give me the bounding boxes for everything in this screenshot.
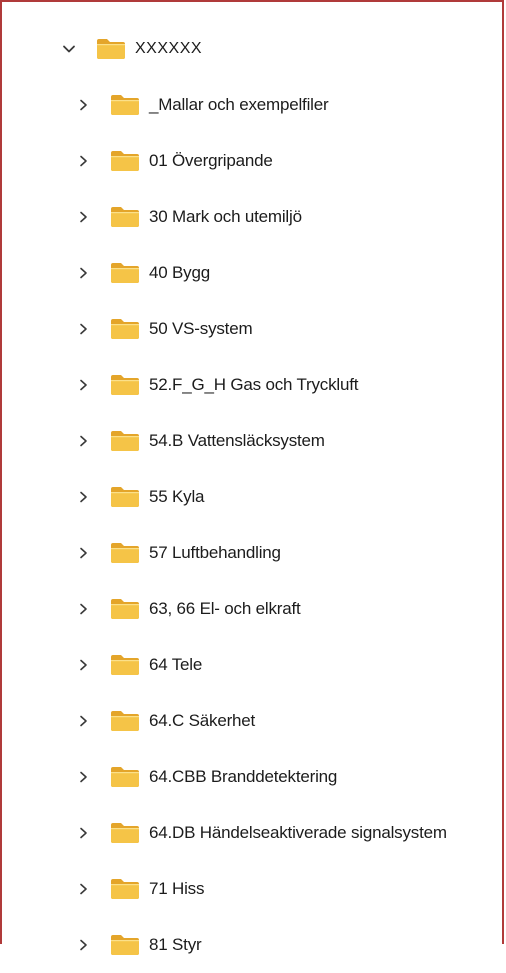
tree-item-folder-4[interactable]: 50 VS-system <box>2 301 506 357</box>
folder-tree: XXXXXX _Mallar och exempelfiler 01 Överg… <box>2 21 506 973</box>
folder-icon <box>110 709 140 733</box>
tree-item-folder-12[interactable]: 64.CBB Branddetektering <box>2 749 506 805</box>
tree-item-folder-10[interactable]: 64 Tele <box>2 637 506 693</box>
folder-icon <box>110 765 140 789</box>
folder-icon <box>110 821 140 845</box>
tree-item-folder-1[interactable]: 01 Övergripande <box>2 133 506 189</box>
tree-item-label: 40 Bygg <box>149 263 210 282</box>
tree-item-label: 01 Övergripande <box>149 151 273 170</box>
tree-item-label: 54.B Vattensläcksystem <box>149 431 325 450</box>
tree-item-label: 81 Styr <box>149 935 202 954</box>
tree-item-root[interactable]: XXXXXX <box>2 21 506 77</box>
tree-item-label: 50 VS-system <box>149 319 253 338</box>
folder-icon <box>110 317 140 341</box>
tree-item-label: 52.F_G_H Gas och Tryckluft <box>149 375 359 394</box>
tree-item-folder-8[interactable]: 57 Luftbehandling <box>2 525 506 581</box>
chevron-right-icon[interactable] <box>76 658 90 672</box>
tree-item-label: 64.CBB Branddetektering <box>149 767 338 786</box>
tree-item-folder-11[interactable]: 64.C Säkerhet <box>2 693 506 749</box>
tree-item-folder-15[interactable]: 81 Styr <box>2 917 506 973</box>
chevron-right-icon[interactable] <box>76 602 90 616</box>
chevron-right-icon[interactable] <box>76 322 90 336</box>
chevron-down-icon[interactable] <box>62 42 76 56</box>
folder-icon <box>110 485 140 509</box>
tree-item-label: 71 Hiss <box>149 879 205 898</box>
chevron-right-icon[interactable] <box>76 266 90 280</box>
tree-item-label: 64.DB Händelseaktiverade signalsystem <box>149 823 447 842</box>
tree-item-label: 30 Mark och utemiljö <box>149 207 302 226</box>
tree-item-label: 55 Kyla <box>149 487 205 506</box>
tree-item-folder-2[interactable]: 30 Mark och utemiljö <box>2 189 506 245</box>
tree-item-folder-3[interactable]: 40 Bygg <box>2 245 506 301</box>
folder-icon <box>110 93 140 117</box>
chevron-right-icon[interactable] <box>76 434 90 448</box>
folder-icon <box>110 597 140 621</box>
folder-icon <box>110 877 140 901</box>
chevron-right-icon[interactable] <box>76 770 90 784</box>
folder-icon <box>110 261 140 285</box>
tree-item-folder-9[interactable]: 63, 66 El- och elkraft <box>2 581 506 637</box>
folder-icon <box>110 541 140 565</box>
chevron-right-icon[interactable] <box>76 378 90 392</box>
tree-item-folder-14[interactable]: 71 Hiss <box>2 861 506 917</box>
folder-icon <box>110 933 140 957</box>
chevron-right-icon[interactable] <box>76 210 90 224</box>
chevron-right-icon[interactable] <box>76 154 90 168</box>
explorer-pane: XXXXXX _Mallar och exempelfiler 01 Överg… <box>0 0 504 955</box>
tree-item-folder-5[interactable]: 52.F_G_H Gas och Tryckluft <box>2 357 506 413</box>
chevron-right-icon[interactable] <box>76 882 90 896</box>
tree-item-label: 57 Luftbehandling <box>149 543 281 562</box>
tree-item-label: 64.C Säkerhet <box>149 711 256 730</box>
tree-item-folder-0[interactable]: _Mallar och exempelfiler <box>2 77 506 133</box>
chevron-right-icon[interactable] <box>76 938 90 952</box>
tree-item-label: 63, 66 El- och elkraft <box>149 599 301 618</box>
folder-icon <box>110 653 140 677</box>
folder-icon <box>110 205 140 229</box>
folder-icon <box>110 429 140 453</box>
folder-icon <box>96 37 126 61</box>
chevron-right-icon[interactable] <box>76 826 90 840</box>
chevron-right-icon[interactable] <box>76 546 90 560</box>
tree-item-label: 64 Tele <box>149 655 203 674</box>
folder-icon <box>110 373 140 397</box>
chevron-right-icon[interactable] <box>76 98 90 112</box>
tree-item-folder-6[interactable]: 54.B Vattensläcksystem <box>2 413 506 469</box>
tree-item-folder-7[interactable]: 55 Kyla <box>2 469 506 525</box>
tree-item-folder-13[interactable]: 64.DB Händelseaktiverade signalsystem <box>2 805 506 861</box>
chevron-right-icon[interactable] <box>76 714 90 728</box>
folder-icon <box>110 149 140 173</box>
tree-item-label: XXXXXX <box>135 40 203 57</box>
chevron-right-icon[interactable] <box>76 490 90 504</box>
tree-item-label: _Mallar och exempelfiler <box>149 95 329 114</box>
